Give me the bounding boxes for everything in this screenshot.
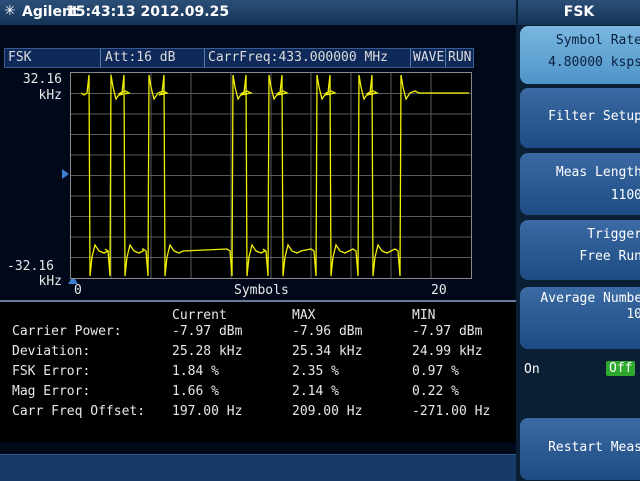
y-axis-bottom-unit: kHz bbox=[38, 274, 62, 289]
average-off-toggle[interactable]: Off bbox=[606, 361, 636, 376]
agilent-logo-icon: ✳ bbox=[4, 3, 16, 19]
row-label: Carrier Power: bbox=[12, 324, 122, 339]
symbol-rate-softkey[interactable]: Symbol Rate 4.80000 ksps bbox=[520, 26, 640, 84]
status-wave: WAVE bbox=[413, 50, 445, 65]
row-max: 2.35 % bbox=[292, 364, 339, 379]
plot-graphics bbox=[71, 73, 471, 278]
filter-setup-softkey[interactable]: Filter Setup bbox=[520, 88, 640, 148]
status-separator bbox=[445, 49, 446, 67]
row-min: 24.99 kHz bbox=[412, 344, 483, 359]
filter-setup-label: Filter Setup bbox=[548, 109, 640, 124]
x-axis-start: 0 bbox=[74, 283, 82, 298]
status-mode: FSK bbox=[8, 50, 32, 65]
symbol-rate-label: Symbol Rate bbox=[555, 33, 640, 48]
row-current: 25.28 kHz bbox=[172, 344, 243, 359]
average-number-label: Average Number bbox=[540, 291, 640, 306]
status-attenuation: Att:16 dB bbox=[105, 50, 176, 65]
row-min: -7.97 dBm bbox=[412, 324, 483, 339]
title-bar: ✳ Agilent 15:43:13 2012.09.25 bbox=[0, 0, 516, 25]
status-carrier-freq: CarrFreq:433.000000 MHz bbox=[208, 50, 389, 65]
trigger-value: Free Run bbox=[579, 249, 640, 264]
status-separator bbox=[204, 49, 205, 67]
status-run: RUN bbox=[448, 50, 472, 65]
y-axis-top-value: 32.16 bbox=[22, 72, 62, 87]
datetime: 15:43:13 2012.09.25 bbox=[66, 4, 230, 20]
row-current: 1.66 % bbox=[172, 384, 219, 399]
row-min: 0.97 % bbox=[412, 364, 459, 379]
row-current: -7.97 dBm bbox=[172, 324, 243, 339]
average-number-value: 10 bbox=[626, 307, 640, 322]
average-number-softkey[interactable]: Average Number 10 On Off bbox=[520, 287, 640, 377]
trigger-label: Trigger bbox=[587, 227, 640, 242]
row-label: Mag Error: bbox=[12, 384, 91, 399]
row-max: 2.14 % bbox=[292, 384, 339, 399]
header-current: Current bbox=[172, 308, 227, 323]
x-axis-label: Symbols bbox=[234, 283, 289, 298]
symbol-rate-value: 4.80000 ksps bbox=[548, 55, 640, 70]
row-label: FSK Error: bbox=[12, 364, 91, 379]
header-max: MAX bbox=[292, 308, 316, 323]
bottom-status-bar bbox=[0, 454, 516, 481]
y-axis-top-unit: kHz bbox=[38, 88, 62, 103]
meas-length-label: Meas Length bbox=[555, 165, 640, 180]
restart-meas-label: Restart Meas bbox=[548, 440, 640, 455]
row-label: Deviation: bbox=[12, 344, 91, 359]
row-max: 25.34 kHz bbox=[292, 344, 363, 359]
y-axis-bottom-value: -32.16 bbox=[7, 259, 54, 274]
header-min: MIN bbox=[412, 308, 436, 323]
x-axis-end: 20 bbox=[431, 283, 447, 298]
row-min: 0.22 % bbox=[412, 384, 459, 399]
row-label: Carr Freq Offset: bbox=[12, 404, 146, 419]
restart-meas-softkey[interactable]: Restart Meas bbox=[520, 418, 640, 480]
row-max: 209.00 Hz bbox=[292, 404, 363, 419]
row-min: -271.00 Hz bbox=[412, 404, 491, 419]
row-current: 1.84 % bbox=[172, 364, 219, 379]
meas-length-softkey[interactable]: Meas Length 1100 bbox=[520, 153, 640, 215]
softkey-panel: Symbol Rate 4.80000 ksps Filter Setup Me… bbox=[516, 25, 640, 480]
average-on-label: On bbox=[524, 362, 540, 377]
results-table: Current MAX MIN Carrier Power: -7.97 dBm… bbox=[0, 302, 516, 442]
meas-length-value: 1100 bbox=[610, 188, 640, 203]
row-max: -7.96 dBm bbox=[292, 324, 363, 339]
status-bar: FSK Att:16 dB CarrFreq:433.000000 MHz WA… bbox=[4, 48, 474, 68]
trigger-softkey[interactable]: Trigger Free Run bbox=[520, 220, 640, 280]
status-separator bbox=[410, 49, 411, 67]
reference-marker-icon bbox=[62, 169, 69, 179]
status-separator bbox=[100, 49, 101, 67]
fsk-trace-plot bbox=[70, 72, 472, 279]
row-current: 197.00 Hz bbox=[172, 404, 243, 419]
softkey-menu-title: FSK bbox=[518, 0, 640, 25]
